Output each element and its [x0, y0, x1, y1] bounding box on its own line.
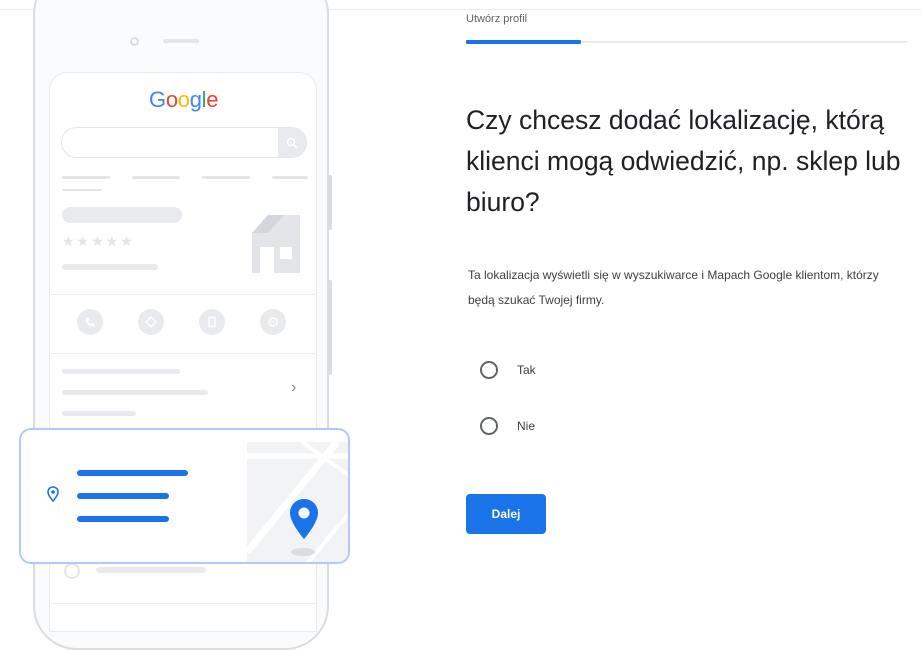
- card-text-line: [77, 493, 169, 499]
- mock-tab: [272, 176, 308, 179]
- mock-business-name: [62, 207, 182, 223]
- radio-button[interactable]: [480, 417, 498, 435]
- phone-icon: [77, 309, 103, 335]
- next-button[interactable]: Dalej: [466, 494, 546, 534]
- directions-icon: [138, 309, 164, 335]
- search-icon: [278, 128, 306, 157]
- website-icon: [199, 309, 225, 335]
- mock-tab: [132, 176, 180, 179]
- mock-text-line: [96, 567, 206, 573]
- google-logo-letter: o: [165, 87, 178, 112]
- progress-bar-fill: [466, 40, 581, 44]
- step-title: Utwórz profil: [466, 13, 528, 25]
- mock-text-line: [62, 411, 136, 416]
- chevron-right-icon: ›: [291, 379, 297, 396]
- google-logo: Google: [149, 87, 218, 113]
- mock-search-bar: [61, 127, 307, 158]
- mock-divider: [51, 353, 317, 354]
- storefront-icon: [252, 215, 300, 273]
- card-text-line: [77, 470, 188, 476]
- mock-tab-underline: [62, 189, 102, 191]
- radio-option-tak[interactable]: Tak: [480, 361, 536, 379]
- phone-side-button: [328, 280, 332, 375]
- mock-divider: [51, 603, 317, 604]
- mock-tab: [62, 176, 110, 179]
- phone-camera: [130, 37, 139, 46]
- google-logo-letter: g: [189, 87, 202, 112]
- phone-speaker: [163, 39, 199, 43]
- mock-text-line: [62, 390, 208, 395]
- rating-stars: ★★★★★: [62, 233, 135, 249]
- location-pin-icon: [47, 486, 59, 502]
- mock-tab: [202, 176, 250, 179]
- question-description: Ta lokalizacja wyświetli się w wyszukiwa…: [468, 268, 879, 307]
- phone-side-button: [328, 175, 332, 230]
- clock-icon: [64, 563, 80, 579]
- mock-divider: [51, 294, 317, 295]
- google-logo-letter: o: [177, 87, 190, 112]
- question-heading: Czy chcesz dodać lokalizację, którą klie…: [466, 105, 901, 217]
- map-pin-icon: [290, 499, 318, 539]
- radio-label: Nie: [517, 419, 536, 433]
- google-logo-letter: e: [206, 87, 219, 112]
- radio-button[interactable]: [480, 361, 498, 379]
- mock-text-line: [62, 369, 180, 374]
- radio-option-nie[interactable]: Nie: [480, 417, 535, 435]
- card-text-line: [77, 516, 169, 522]
- radio-label: Tak: [517, 363, 536, 377]
- mock-category: [62, 264, 158, 270]
- google-logo-letter: G: [149, 87, 166, 112]
- share-icon: [260, 309, 286, 335]
- location-card-illustration: [19, 428, 350, 564]
